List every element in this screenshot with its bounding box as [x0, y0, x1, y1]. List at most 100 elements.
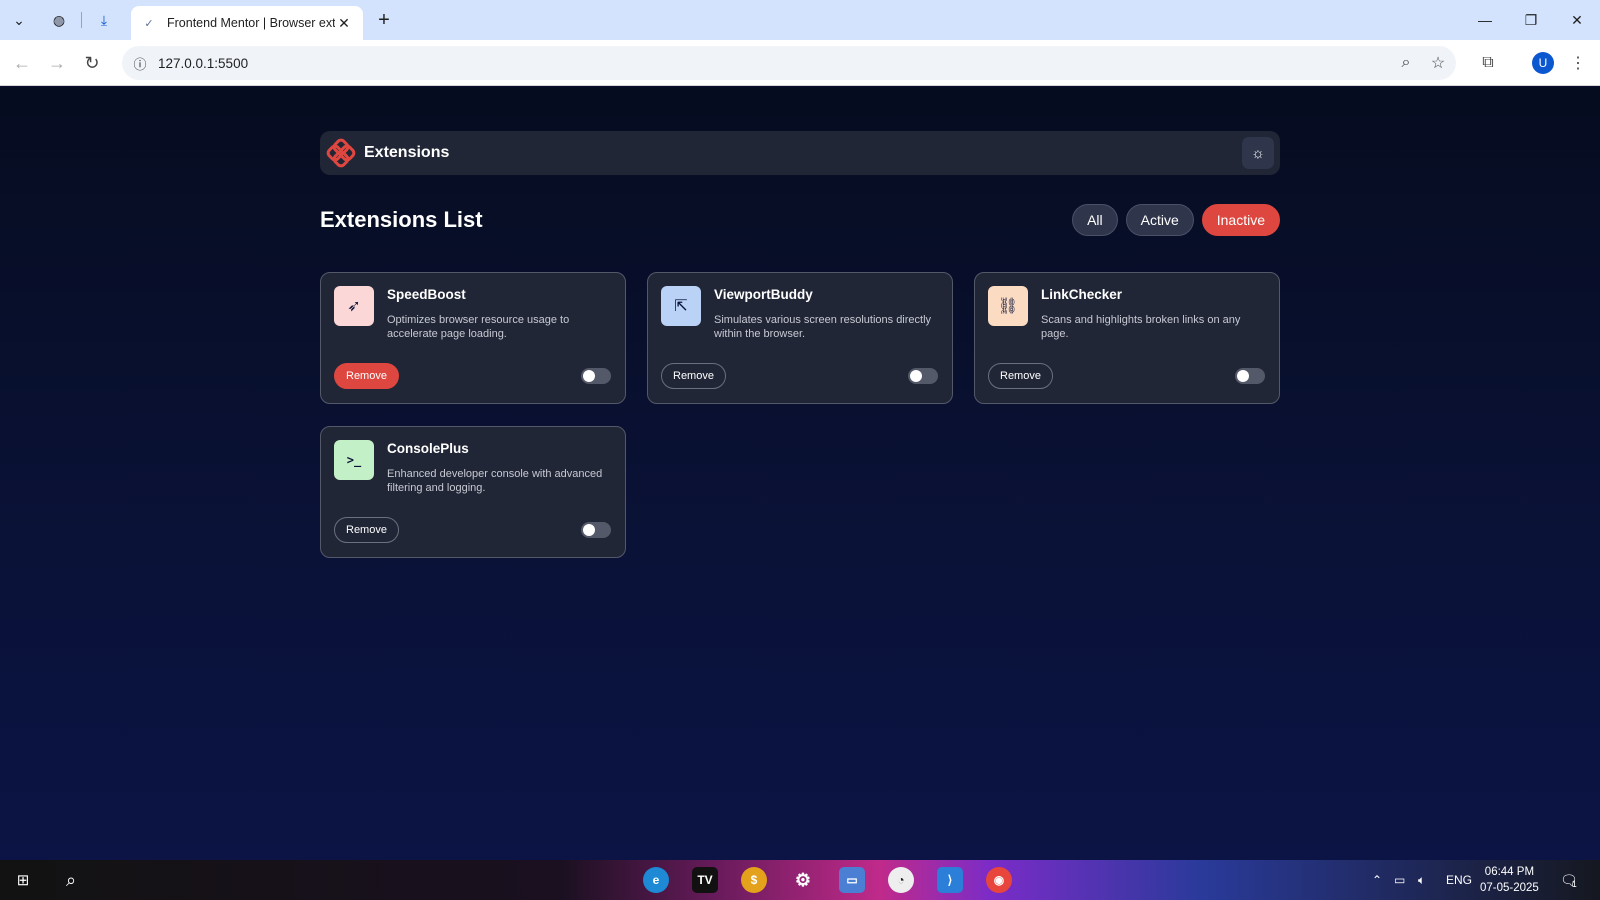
extension-name: LinkChecker [1041, 287, 1123, 302]
broken-link-icon: ⛓ [988, 286, 1028, 326]
tab-separator [81, 12, 82, 28]
arrow-left-icon: ← [13, 52, 31, 73]
edge-app-icon[interactable]: e [643, 867, 669, 893]
remove-button[interactable]: Remove [334, 363, 399, 389]
favicon-icon: ✓ [144, 17, 154, 30]
extension-card: ⛓ LinkChecker Scans and highlights broke… [974, 272, 1280, 404]
filter-active-button[interactable]: Active [1125, 204, 1194, 236]
extension-description: Scans and highlights broken links on any… [1041, 314, 1241, 340]
site-info-icon[interactable]: ⓘ [122, 54, 158, 73]
theme-toggle-button[interactable]: ☼ [1242, 137, 1274, 169]
laptop-app-icon[interactable]: ▭ [839, 867, 865, 893]
clock-time: 06:44 PM [1484, 866, 1535, 878]
url-text[interactable]: 127.0.0.1:5500 [158, 56, 248, 71]
clock-app-icon[interactable]: ◔ [888, 867, 914, 893]
tray-chevron-up-icon[interactable]: ⌃ [1372, 860, 1382, 900]
extension-description: Simulates various screen resolutions dir… [714, 314, 932, 340]
finance-app-icon[interactable]: $ [741, 867, 767, 893]
active-tab[interactable]: ✓ Frontend Mentor | Browser extensions ✕ [131, 6, 363, 40]
rocket-icon: ➶ [334, 286, 374, 326]
page-content: Extensions ☼ Extensions List All Active … [0, 87, 1600, 860]
extension-card: ⇱ ViewportBuddy Simulates various screen… [647, 272, 953, 404]
back-button[interactable]: ← [8, 49, 36, 77]
remove-button[interactable]: Remove [334, 517, 399, 543]
close-icon: ✕ [1571, 11, 1583, 28]
extension-name: ViewportBuddy [714, 287, 813, 302]
remove-button[interactable]: Remove [988, 363, 1053, 389]
restore-icon: ❐ [1524, 11, 1538, 28]
windows-icon: ⊞ [16, 872, 30, 889]
notification-icon[interactable]: 🗨︎ 1 [1560, 860, 1578, 900]
app-header: Extensions ☼ [320, 131, 1280, 175]
sun-icon: ☼ [1251, 144, 1265, 162]
bookmark-button[interactable]: ☆ [1424, 49, 1452, 77]
toggle-knob [910, 370, 922, 382]
settings-app-icon[interactable]: ⚙ [790, 867, 816, 893]
filter-all-button[interactable]: All [1072, 204, 1118, 236]
globe-icon: ◍ [52, 11, 66, 28]
zoom-icon: ⌕ [1401, 54, 1411, 71]
puzzle-icon: ⧉ [1482, 54, 1494, 71]
new-tab-button[interactable]: + [370, 6, 398, 34]
restore-button[interactable]: ❐ [1508, 0, 1554, 40]
tab-search-button[interactable]: ⌄ [5, 6, 33, 34]
reload-icon: ↻ [84, 52, 100, 73]
page-title: Extensions List [320, 207, 483, 232]
tradingview-app-icon[interactable]: TV [692, 867, 718, 893]
arrow-right-icon: → [48, 52, 66, 73]
zoom-button[interactable]: ⌕ [1392, 49, 1420, 77]
vscode-app-icon[interactable]: ⟩ [937, 867, 963, 893]
download-icon: ⤓ [100, 11, 108, 28]
profile-avatar[interactable]: U [1532, 52, 1554, 74]
browser-tab-bar: ⌄ ◍ ⤓ ✓ Frontend Mentor | Browser extens… [0, 0, 1600, 40]
forward-button[interactable]: → [43, 49, 71, 77]
address-bar[interactable]: ⓘ 127.0.0.1:5500 [122, 46, 1456, 80]
minimize-button[interactable]: — [1462, 0, 1508, 40]
extension-card: ➶ SpeedBoost Optimizes browser resource … [320, 272, 626, 404]
logo-icon [326, 138, 356, 168]
notification-count: 1 [1571, 879, 1577, 889]
toggle-knob [1237, 370, 1249, 382]
terminal-icon: >_ [334, 440, 374, 480]
chevron-down-icon: ⌄ [13, 11, 25, 28]
chrome-app-icon[interactable]: ◉ [986, 867, 1012, 893]
minimize-icon: — [1478, 12, 1492, 28]
network-icon[interactable]: ▭ [1394, 860, 1405, 900]
toggle-knob [583, 524, 595, 536]
extension-description: Optimizes browser resource usage to acce… [387, 314, 570, 340]
filter-group: All Active Inactive [1072, 204, 1280, 236]
tab-title: Frontend Mentor | Browser extensions [167, 16, 335, 30]
extension-card: >_ ConsolePlus Enhanced developer consol… [320, 426, 626, 558]
enable-toggle[interactable] [908, 368, 938, 384]
more-vert-icon: ⋮ [1570, 55, 1586, 72]
brand-name: Extensions [364, 144, 450, 161]
remove-button[interactable]: Remove [661, 363, 726, 389]
reload-button[interactable]: ↻ [78, 49, 106, 77]
extension-name: ConsolePlus [387, 441, 469, 456]
clock-date: 07-05-2025 [1480, 882, 1539, 894]
taskbar: ⊞ ⌕ e TV $ ⚙ ▭ ◔ ⟩ ◉ ⌃ ▭ 🔈︎ ENG 06:44 PM… [0, 860, 1600, 900]
toggle-knob [583, 370, 595, 382]
filter-inactive-button[interactable]: Inactive [1201, 204, 1280, 236]
system-clock[interactable]: 06:44 PM 07-05-2025 [1480, 864, 1539, 896]
language-indicator[interactable]: ENG [1446, 860, 1472, 900]
external-link-icon: ⇱ [661, 286, 701, 326]
star-icon: ☆ [1430, 55, 1446, 72]
volume-icon[interactable]: 🔈︎ [1418, 860, 1425, 900]
pinned-tab[interactable]: ◍ [45, 6, 73, 34]
extension-description: Enhanced developer console with advanced… [387, 468, 603, 494]
enable-toggle[interactable] [581, 368, 611, 384]
close-tab-icon[interactable]: ✕ [335, 14, 353, 32]
menu-button[interactable]: ⋮ [1564, 49, 1592, 77]
search-button[interactable]: ⌕ [56, 866, 86, 894]
enable-toggle[interactable] [1235, 368, 1265, 384]
enable-toggle[interactable] [581, 522, 611, 538]
close-window-button[interactable]: ✕ [1554, 0, 1600, 40]
search-icon: ⌕ [65, 869, 77, 890]
download-tab[interactable]: ⤓ [90, 6, 118, 34]
extension-name: SpeedBoost [387, 287, 466, 302]
extensions-button[interactable]: ⧉ [1474, 49, 1502, 77]
plus-icon: + [378, 8, 390, 31]
browser-toolbar: ← → ↻ ⓘ 127.0.0.1:5500 ⌕ ☆ ⧉ ⋮ [0, 40, 1600, 86]
start-button[interactable]: ⊞ [8, 866, 38, 894]
